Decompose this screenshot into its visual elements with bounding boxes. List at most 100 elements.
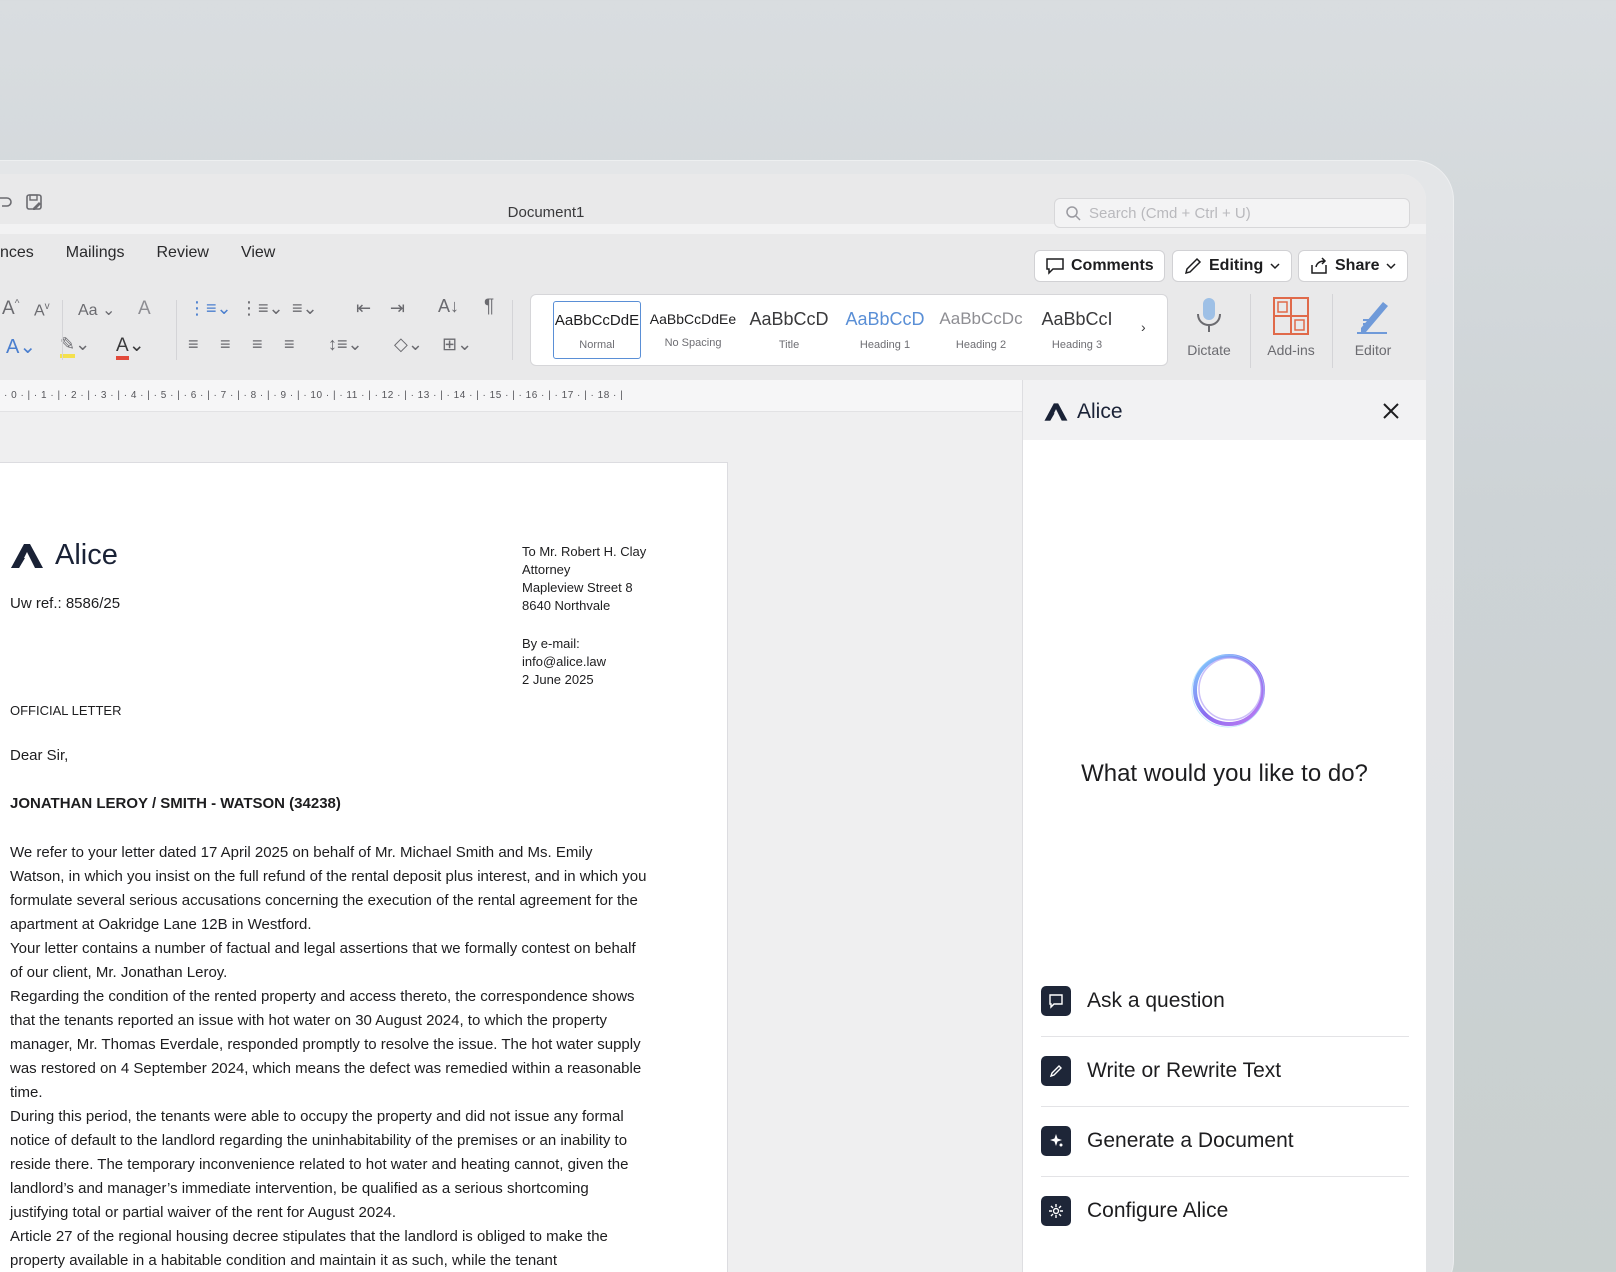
pencil-icon [1041, 1056, 1071, 1086]
reference-number: Uw ref.: 8586/25 [10, 595, 121, 612]
clear-formatting-icon[interactable]: A [138, 298, 151, 320]
line-spacing-icon[interactable]: ↕≡⌄ [328, 334, 363, 355]
sparkle-icon [1041, 1126, 1071, 1156]
ask-question-button[interactable]: Ask a question [1041, 966, 1409, 1036]
dictate-button[interactable]: Dictate [1174, 296, 1244, 358]
style-normal[interactable]: AaBbCcDdE Normal [553, 301, 641, 359]
delivery-line: 2 June 2025 [522, 672, 594, 687]
delivery-line: By e-mail: [522, 636, 580, 651]
style-heading-1[interactable]: AaBbCcD Heading 1 [841, 301, 929, 359]
bullets-icon[interactable]: ⋮≡⌄ [188, 298, 232, 319]
delivery-info: By e-mail: info@alice.law 2 June 2025 [522, 635, 606, 689]
paragraph: Regarding the condition of the rented pr… [10, 988, 642, 1101]
change-case-label: Aa [78, 302, 98, 319]
ruler-marks: · 0 · | · 1 · | · 2 · | · 3 · | · 4 · | … [4, 390, 624, 401]
paragraph: During this period, the tenants were abl… [10, 1108, 629, 1221]
addins-button[interactable]: Add-ins [1256, 296, 1326, 358]
document-title: Document1 [507, 204, 585, 221]
sort-icon[interactable]: A↓ [438, 296, 459, 317]
decrease-indent-icon[interactable]: ⇤ [356, 298, 371, 319]
style-no-spacing[interactable]: AaBbCcDdEe No Spacing [649, 301, 737, 359]
align-center-icon[interactable]: ≡ [220, 334, 231, 355]
letter-type: OFFICIAL LETTER [10, 703, 122, 718]
document-page[interactable]: Alice Uw ref.: 8586/25 To Mr. Robert H. … [0, 462, 728, 1272]
style-heading-2[interactable]: AaBbCcDc Heading 2 [937, 301, 1025, 359]
editing-button[interactable]: Editing [1172, 250, 1293, 282]
alice-logo-icon [1044, 403, 1068, 421]
search-icon [1066, 206, 1081, 221]
share-icon [1311, 257, 1327, 274]
multilevel-list-icon[interactable]: ≡⌄ [292, 298, 318, 319]
editing-label: Editing [1209, 257, 1264, 274]
addins-grid-icon [1273, 297, 1309, 335]
style-name: Normal [579, 339, 615, 351]
panel-title: Alice [1077, 400, 1123, 423]
shrink-font-icon[interactable]: Av [34, 301, 50, 320]
change-case-button[interactable]: Aa ⌄ [78, 300, 115, 320]
chat-icon [1041, 986, 1071, 1016]
editor-pen-icon [1357, 302, 1388, 334]
word-window: Document1 Search (Cmd + Ctrl + U) nces M… [0, 174, 1426, 1272]
panel-header: Alice [1023, 380, 1426, 440]
highlight-icon[interactable]: ✎⌄ [60, 334, 90, 358]
recipient-address: To Mr. Robert H. Clay Attorney Mapleview… [522, 543, 646, 615]
pencil-icon [1184, 257, 1202, 275]
tab-view[interactable]: View [241, 244, 275, 262]
editor-button[interactable]: Editor [1338, 296, 1408, 358]
style-heading-3[interactable]: AaBbCcI Heading 3 [1033, 301, 1121, 359]
tab-mailings[interactable]: Mailings [66, 244, 125, 262]
align-left-icon[interactable]: ≡ [188, 334, 199, 355]
shading-icon[interactable]: ◇⌄ [394, 334, 423, 355]
borders-icon[interactable]: ⊞⌄ [442, 334, 472, 355]
save-icon[interactable] [24, 192, 44, 212]
paragraph: Your letter contains a number of factual… [10, 940, 636, 981]
ribbon-divider [62, 300, 63, 360]
search-input[interactable]: Search (Cmd + Ctrl + U) [1054, 198, 1410, 228]
paragraph: We refer to your letter dated 17 April 2… [10, 844, 647, 933]
font-color-icon[interactable]: A⌄ [116, 334, 145, 360]
share-label: Share [1335, 257, 1380, 274]
recipient-line: To Mr. Robert H. Clay [522, 544, 647, 559]
document-area: Alice Uw ref.: 8586/25 To Mr. Robert H. … [0, 412, 1022, 1272]
ribbon-divider [176, 300, 177, 360]
ribbon-divider [1250, 294, 1251, 368]
configure-alice-button[interactable]: Configure Alice [1041, 1176, 1409, 1246]
letter-logo-text: Alice [55, 539, 118, 571]
letter-body: We refer to your letter dated 17 April 2… [10, 841, 650, 1272]
justify-icon[interactable]: ≡ [284, 334, 295, 355]
increase-indent-icon[interactable]: ⇥ [390, 298, 405, 319]
title-bar: Document1 Search (Cmd + Ctrl + U) [0, 174, 1426, 228]
grow-font-icon[interactable]: A^ [2, 298, 19, 320]
style-sample: AaBbCcDdEe [649, 311, 737, 327]
panel-logo: Alice [1043, 400, 1123, 424]
search-placeholder: Search (Cmd + Ctrl + U) [1089, 204, 1251, 222]
numbering-icon[interactable]: ⋮≡⌄ [240, 298, 284, 319]
microphone-icon [1197, 298, 1221, 332]
style-title[interactable]: AaBbCcD Title [745, 301, 833, 359]
tab-references[interactable]: nces [0, 244, 34, 262]
paragraph: Article 27 of the regional housing decre… [10, 1228, 608, 1269]
undo-icon[interactable] [0, 192, 14, 212]
comment-icon [1046, 258, 1064, 275]
dictate-label: Dictate [1187, 342, 1231, 358]
style-name: Heading 1 [859, 339, 911, 351]
text-effects-icon[interactable]: A⌄ [6, 334, 36, 359]
style-name: Heading 2 [955, 339, 1007, 351]
style-sample: AaBbCcDdE [554, 312, 640, 329]
chevron-down-icon [1270, 263, 1280, 270]
action-label: Write or Rewrite Text [1087, 1059, 1282, 1082]
close-icon[interactable] [1380, 400, 1402, 422]
action-label: Ask a question [1087, 989, 1225, 1012]
ruler[interactable]: · 0 · | · 1 · | · 2 · | · 3 · | · 4 · | … [0, 380, 1022, 412]
style-name: No Spacing [664, 337, 722, 349]
tab-review[interactable]: Review [156, 244, 208, 262]
addins-label: Add-ins [1267, 342, 1315, 358]
share-button[interactable]: Share [1298, 250, 1409, 282]
comments-button[interactable]: Comments [1034, 250, 1165, 282]
comments-label: Comments [1071, 257, 1154, 274]
generate-document-button[interactable]: Generate a Document [1041, 1106, 1409, 1176]
write-rewrite-button[interactable]: Write or Rewrite Text [1041, 1036, 1409, 1106]
pilcrow-icon[interactable]: ¶ [484, 296, 494, 318]
align-right-icon[interactable]: ≡ [252, 334, 263, 355]
chevron-right-icon[interactable]: › [1141, 319, 1146, 335]
